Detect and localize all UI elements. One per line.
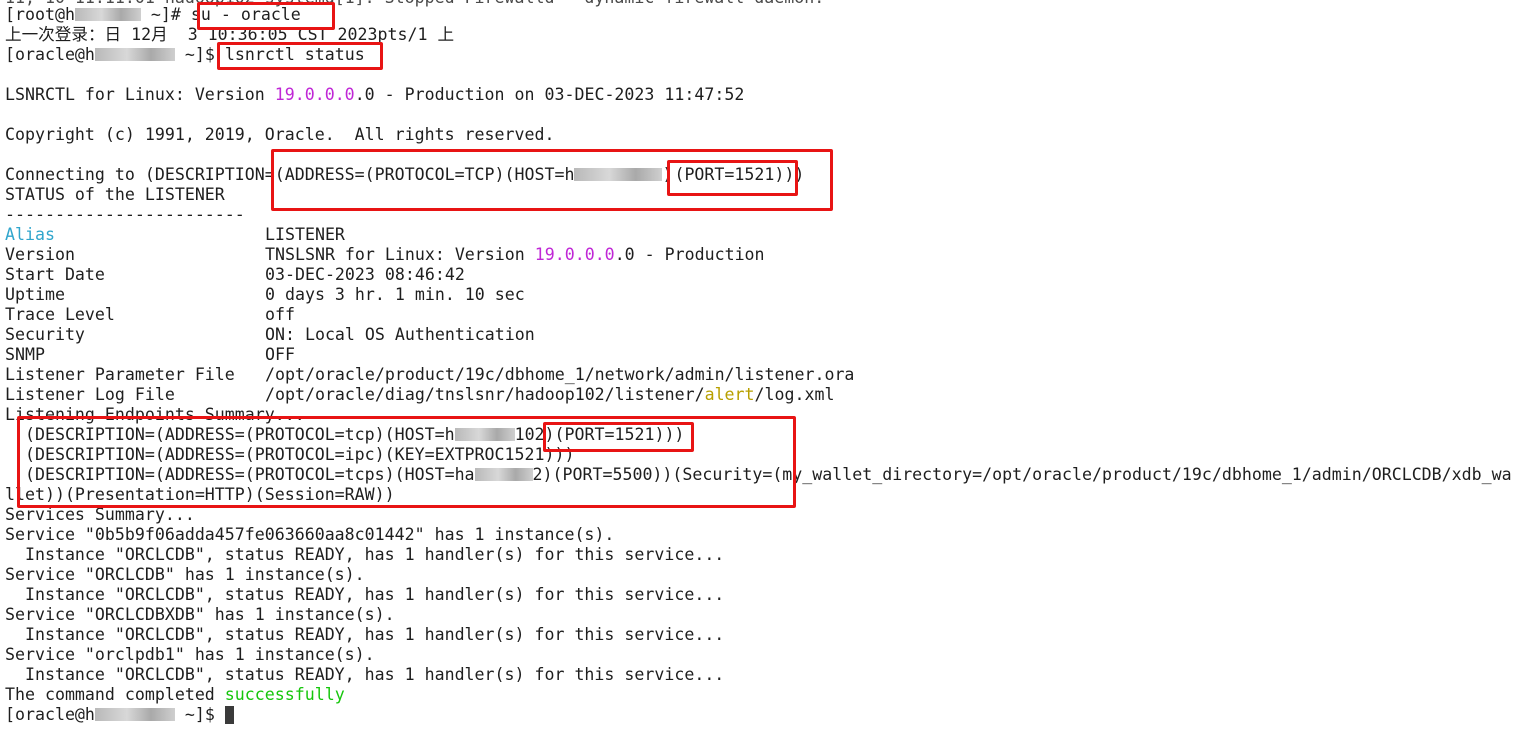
version-row: Version TNSLSNR for Linux: Version 19.0.0… [5, 245, 765, 265]
redacted-hostname [474, 468, 533, 481]
security-value: ON: Local OS Authentication [265, 325, 535, 344]
service-line: Service "ORCLCDB" has 1 instance(s). [5, 565, 365, 584]
su-command: su - oracle [190, 5, 301, 24]
param-file-value: /opt/oracle/product/19c/dbhome_1/network… [265, 365, 855, 384]
param-file-label: Listener Parameter File [5, 365, 235, 384]
version-number: 19.0.0.0 [274, 85, 355, 104]
start-date-label: Start Date [5, 265, 105, 284]
endpoint-tcp-line: (DESCRIPTION=(ADDRESS=(PROTOCOL=tcp)(HOS… [5, 425, 684, 445]
final-prompt-line[interactable]: [oracle@h ~]$ [5, 705, 234, 725]
host-close: ) [662, 165, 673, 184]
status-header: STATUS of the LISTENER [5, 185, 225, 204]
uptime-label: Uptime [5, 285, 65, 304]
version-value-suffix: .0 - Production [614, 245, 765, 264]
log-file-alert-dir: alert [704, 385, 755, 404]
services-header: Services Summary... [5, 505, 195, 524]
log-file-label: Listener Log File [5, 385, 175, 404]
snmp-label: SNMP [5, 345, 45, 364]
service-line: Service "orclpdb1" has 1 instance(s). [5, 645, 375, 664]
log-file-path-prefix: /opt/oracle/diag/tnslsnr/hadoop102/liste… [265, 385, 705, 404]
snmp-value: OFF [265, 345, 295, 364]
trace-level-row: Trace Level off [5, 305, 295, 325]
terminal-window[interactable]: 11, 10 11:11:01 hadoop102 systemd[1]: St… [0, 0, 1520, 735]
connecting-port: (PORT=1521))) [674, 165, 805, 184]
endpoints-header: Listening Endpoints Summary... [5, 405, 305, 424]
completed-line: The command completed successfully [5, 685, 345, 705]
instance-line: Instance "ORCLCDB", status READY, has 1 … [5, 585, 725, 604]
version-label: Version [5, 245, 75, 264]
oracle-prompt-end: ~]$ [174, 45, 225, 64]
redacted-hostname [94, 708, 175, 721]
endpoint-tcps-security: (PORT=5500))(Security=(my_wallet_directo… [552, 465, 1512, 484]
endpoint-tcp-prefix: (DESCRIPTION=(ADDRESS=(PROTOCOL=tcp)(HOS… [5, 425, 455, 444]
redacted-hostname [74, 8, 141, 21]
text-cursor[interactable] [224, 706, 234, 724]
alias-value: LISTENER [265, 225, 345, 244]
service-line: Service "0b5b9f06adda457fe063660aa8c0144… [5, 525, 615, 544]
version-value-prefix: TNSLSNR for Linux: Version [265, 245, 535, 264]
log-file-row: Listener Log File/opt/oracle/diag/tnslsn… [5, 385, 834, 405]
instance-line: Instance "ORCLCDB", status READY, has 1 … [5, 665, 725, 684]
endpoint-tcps-wrap-line: llet))(Presentation=HTTP)(Session=RAW)) [5, 485, 395, 504]
version-number: 19.0.0.0 [534, 245, 615, 264]
redacted-hostname [94, 48, 175, 61]
oracle-prompt-line: [oracle@h ~]$ lsnrctl status [5, 45, 365, 65]
completed-success-word: successfully [224, 685, 345, 704]
endpoint-tcps-line: (DESCRIPTION=(ADDRESS=(PROTOCOL=tcps)(HO… [5, 465, 1512, 485]
start-date-row: Start Date 03-DEC-2023 08:46:42 [5, 265, 465, 285]
root-prompt-line: [root@h ~]# su - oracle [5, 5, 301, 25]
endpoint-ipc-line: (DESCRIPTION=(ADDRESS=(PROTOCOL=ipc)(KEY… [5, 445, 575, 464]
root-prompt-end: ~]# [140, 5, 191, 24]
root-prompt: [root@h [5, 5, 75, 24]
lsnrctl-command: lsnrctl status [224, 45, 365, 64]
oracle-prompt: [oracle@h [5, 45, 95, 64]
last-login-line: 上一次登录：日 12月 3 10:36:05 CST 2023pts/1 上 [5, 25, 455, 44]
security-label: Security [5, 325, 85, 344]
endpoint-tcp-host-tail: 102) [514, 425, 555, 444]
connecting-prefix: Connecting to (DESCRIPTION=(ADDRESS=(PRO… [5, 165, 575, 184]
uptime-row: Uptime 0 days 3 hr. 1 min. 10 sec [5, 285, 525, 305]
lsnrctl-version-prefix: LSNRCTL for Linux: Version [5, 85, 275, 104]
completed-prefix: The command completed [5, 685, 225, 704]
separator-line: ------------------------ [5, 205, 245, 224]
instance-line: Instance "ORCLCDB", status READY, has 1 … [5, 625, 725, 644]
start-date-value: 03-DEC-2023 08:46:42 [265, 265, 465, 284]
trace-level-label: Trace Level [5, 305, 115, 324]
redacted-hostname [574, 168, 663, 181]
trace-level-value: off [265, 305, 295, 324]
instance-line: Instance "ORCLCDB", status READY, has 1 … [5, 545, 725, 564]
param-file-row: Listener Parameter File/opt/oracle/produ… [5, 365, 854, 385]
final-prompt-end: ~]$ [174, 705, 225, 724]
lsnrctl-version-line: LSNRCTL for Linux: Version 19.0.0.0.0 - … [5, 85, 744, 105]
copyright-line: Copyright (c) 1991, 2019, Oracle. All ri… [5, 125, 555, 144]
log-file-path-suffix: /log.xml [754, 385, 835, 404]
security-row: Security ON: Local OS Authentication [5, 325, 535, 345]
service-line: Service "ORCLCDBXDB" has 1 instance(s). [5, 605, 395, 624]
alias-row: Alias LISTENER [5, 225, 345, 245]
connecting-line: Connecting to (DESCRIPTION=(ADDRESS=(PRO… [5, 165, 804, 185]
lsnrctl-version-suffix: .0 - Production on 03-DEC-2023 11:47:52 [354, 85, 745, 104]
endpoint-tcp-port: (PORT=1521))) [554, 425, 685, 444]
endpoint-tcps-host-tail: 2) [532, 465, 553, 484]
snmp-row: SNMP OFF [5, 345, 295, 365]
endpoint-tcps-prefix: (DESCRIPTION=(ADDRESS=(PROTOCOL=tcps)(HO… [5, 465, 475, 484]
uptime-value: 0 days 3 hr. 1 min. 10 sec [265, 285, 525, 304]
redacted-hostname [454, 428, 515, 441]
alias-label: Alias [5, 225, 55, 244]
final-prompt: [oracle@h [5, 705, 95, 724]
